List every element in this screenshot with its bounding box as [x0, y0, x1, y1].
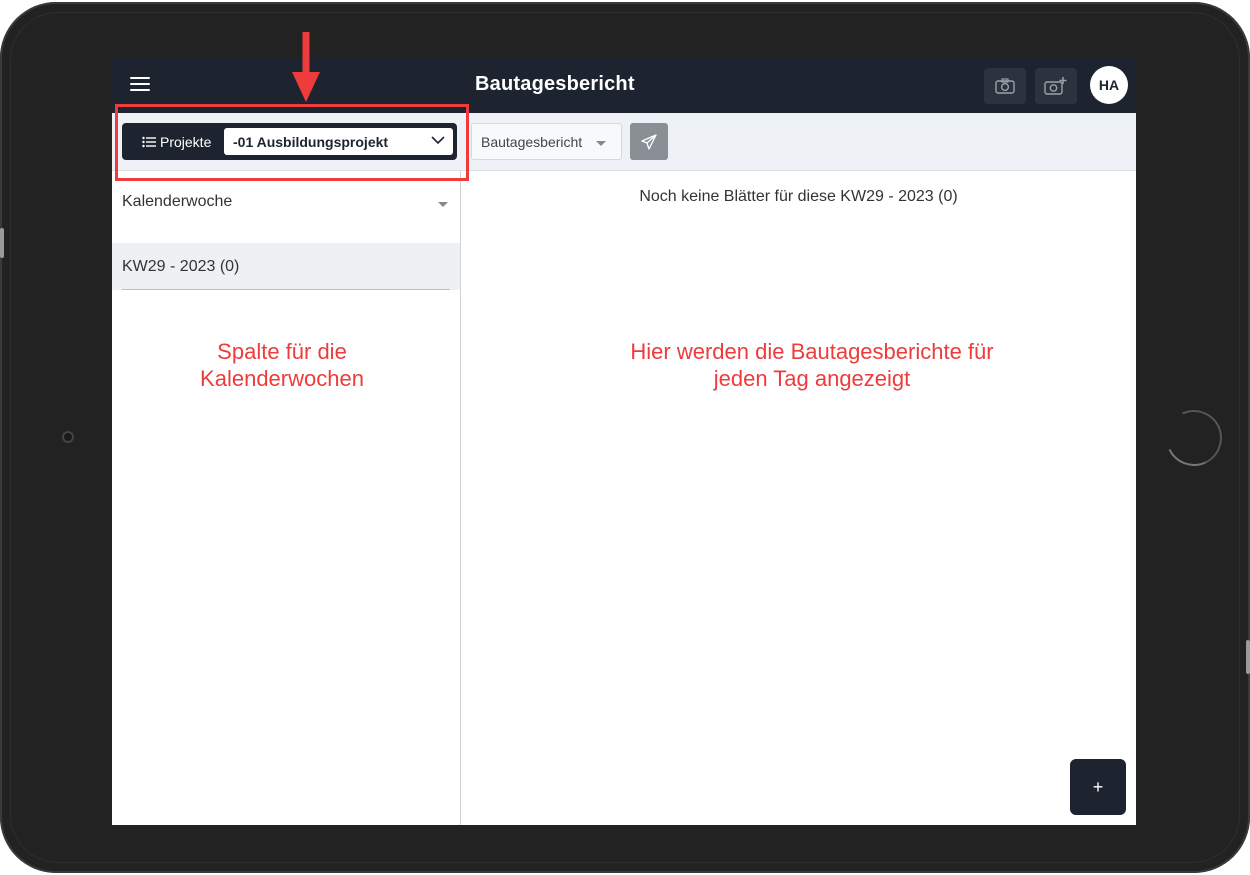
annotation-main-line2: jeden Tag angezeigt — [713, 366, 911, 391]
send-button[interactable] — [630, 123, 668, 160]
paper-plane-icon — [641, 133, 657, 150]
camera-icon — [995, 78, 1015, 94]
calendar-week-column: Kalenderwoche KW29 - 2023 (0) — [112, 171, 461, 825]
camera-add-icon — [1044, 77, 1067, 95]
camera-button[interactable] — [984, 68, 1026, 104]
front-camera — [62, 431, 74, 443]
annotation-left-line2: Kalenderwochen — [200, 366, 364, 391]
list-item[interactable]: KW29 - 2023 (0) — [112, 243, 460, 290]
calendar-week-select-label: Kalenderwoche — [122, 193, 233, 210]
calendar-week-select[interactable]: Kalenderwoche — [122, 193, 452, 223]
empty-state-message: Noch keine Blätter für diese KW29 - 2023… — [639, 188, 958, 205]
page-title: Bautagesbericht — [475, 73, 635, 95]
user-avatar[interactable]: HA — [1090, 66, 1128, 104]
caret-down-icon — [438, 202, 448, 207]
annotation-left: Spalte für die Kalenderwochen — [162, 338, 402, 392]
add-button[interactable]: + — [1070, 759, 1126, 815]
tablet-side-button — [1246, 640, 1250, 674]
tablet-side-button — [0, 228, 4, 258]
camera-add-button[interactable] — [1035, 68, 1077, 104]
annotation-arrow-icon — [292, 32, 320, 102]
annotation-main-line1: Hier werden die Bautagesberichte für — [630, 339, 994, 364]
annotation-main: Hier werden die Bautagesberichte für jed… — [572, 338, 1052, 392]
report-type-value: Bautagesbericht — [481, 134, 583, 150]
report-type-dropdown[interactable]: Bautagesbericht — [471, 123, 622, 160]
divider — [122, 289, 450, 290]
week-item-label: KW29 - 2023 (0) — [122, 258, 240, 275]
hamburger-icon[interactable] — [130, 77, 150, 93]
annotation-left-line1: Spalte für die — [217, 339, 347, 364]
caret-down-icon — [596, 141, 606, 146]
annotation-highlight-box — [115, 104, 469, 181]
